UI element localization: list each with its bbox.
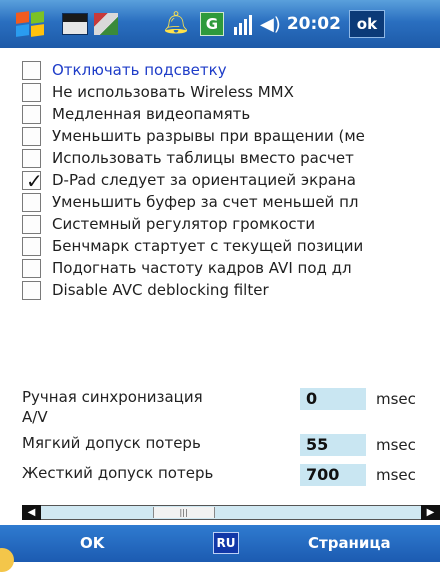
checkbox[interactable] bbox=[22, 127, 41, 146]
checkbox[interactable] bbox=[22, 259, 41, 278]
alarm-bell-icon[interactable]: 🔔︎ bbox=[162, 13, 190, 35]
soft-tolerance-input[interactable]: 55 bbox=[300, 434, 366, 456]
hard-tolerance-label: Жесткий допуск потерь bbox=[22, 464, 214, 482]
checkbox-label: D-Pad следует за ориентацией экрана bbox=[52, 171, 356, 189]
signal-strength-icon[interactable] bbox=[233, 13, 252, 35]
checkbox-row-wmmx[interactable]: Не использовать Wireless MMX bbox=[0, 82, 440, 104]
running-app-icon[interactable] bbox=[62, 13, 88, 35]
checkbox-row-benchmark[interactable]: Бенчмарк стартует с текущей позиции bbox=[0, 236, 440, 258]
scroll-right-button[interactable]: ▶ bbox=[421, 505, 440, 520]
checkbox-row-buffer[interactable]: Уменьшить буфер за счет меньшей пл bbox=[0, 192, 440, 214]
checkbox-label: Уменьшить разрывы при вращении (ме bbox=[52, 127, 365, 145]
checkbox[interactable] bbox=[22, 237, 41, 256]
checkbox[interactable] bbox=[22, 281, 41, 300]
checkbox-label: Медленная видеопамять bbox=[52, 105, 251, 123]
softkey-bar: OK RU Страница bbox=[0, 525, 440, 562]
checkbox-row-framerate[interactable]: Подогнать частоту кадров AVI под дл bbox=[0, 258, 440, 280]
checkbox-row-slow-video[interactable]: Медленная видеопамять bbox=[0, 104, 440, 126]
soft-tolerance-unit: msec bbox=[376, 436, 416, 454]
manual-sync-label: Ручная синхронизация bbox=[22, 388, 203, 406]
input-language-button[interactable]: RU bbox=[213, 532, 239, 554]
running-app2-icon[interactable] bbox=[94, 13, 118, 35]
manual-sync-unit: msec bbox=[376, 390, 416, 408]
clock[interactable]: 20:02 bbox=[287, 14, 341, 34]
taskbar: 🔔︎ G ◀) 20:02 ok bbox=[0, 0, 440, 48]
checkbox-row-rotation[interactable]: Уменьшить разрывы при вращении (ме bbox=[0, 126, 440, 148]
checkmark-icon: ✓ bbox=[26, 169, 43, 193]
g-network-icon[interactable]: G bbox=[199, 12, 224, 36]
checkbox-label: Бенчмарк стартует с текущей позиции bbox=[52, 237, 364, 255]
checkbox-row-volume[interactable]: Системный регулятор громкости bbox=[0, 214, 440, 236]
softkey-ok[interactable]: OK bbox=[80, 534, 104, 552]
checkbox-label: Подогнать частоту кадров AVI под дл bbox=[52, 259, 352, 277]
checkbox-label: Системный регулятор громкости bbox=[52, 215, 316, 233]
checkbox-label: Использовать таблицы вместо расчет bbox=[52, 149, 354, 167]
checkbox-label: Не использовать Wireless MMX bbox=[52, 83, 294, 101]
checkbox-label: Disable AVC deblocking filter bbox=[52, 281, 269, 299]
checkbox-row-dpad[interactable]: ✓ D-Pad следует за ориентацией экрана bbox=[0, 169, 440, 193]
checkbox[interactable] bbox=[22, 149, 41, 168]
checkbox[interactable] bbox=[22, 83, 41, 102]
checkbox-row-avc[interactable]: Disable AVC deblocking filter bbox=[0, 280, 440, 302]
checkbox[interactable] bbox=[22, 61, 41, 80]
checkbox-row-tables[interactable]: Использовать таблицы вместо расчет bbox=[0, 148, 440, 170]
soft-tolerance-label: Мягкий допуск потерь bbox=[22, 434, 201, 452]
hard-tolerance-input[interactable]: 700 bbox=[300, 464, 366, 486]
checkbox[interactable] bbox=[22, 105, 41, 124]
softkey-page[interactable]: Страница bbox=[308, 534, 391, 552]
scroll-left-button[interactable]: ◀ bbox=[22, 505, 41, 520]
hard-tolerance-unit: msec bbox=[376, 466, 416, 484]
horizontal-scrollbar[interactable]: ◀ ||| ▶ bbox=[22, 505, 440, 520]
checkbox[interactable] bbox=[22, 193, 41, 212]
volume-icon[interactable]: ◀) bbox=[260, 14, 281, 35]
checkbox-label: Уменьшить буфер за счет меньшей пл bbox=[52, 193, 359, 211]
checkbox-checked[interactable]: ✓ bbox=[22, 169, 43, 193]
manual-sync-input[interactable]: 0 bbox=[300, 388, 366, 410]
start-menu-icon[interactable] bbox=[14, 10, 48, 38]
ok-button[interactable]: ok bbox=[348, 10, 385, 38]
checkbox-row-backlight[interactable]: Отключать подсветку bbox=[0, 60, 440, 82]
checkbox-list: Отключать подсветку Не использовать Wire… bbox=[0, 60, 440, 302]
scroll-thumb[interactable]: ||| bbox=[152, 507, 215, 518]
checkbox[interactable] bbox=[22, 215, 41, 234]
checkbox-label: Отключать подсветку bbox=[52, 61, 227, 79]
manual-sync-label-av: A/V bbox=[22, 408, 48, 426]
